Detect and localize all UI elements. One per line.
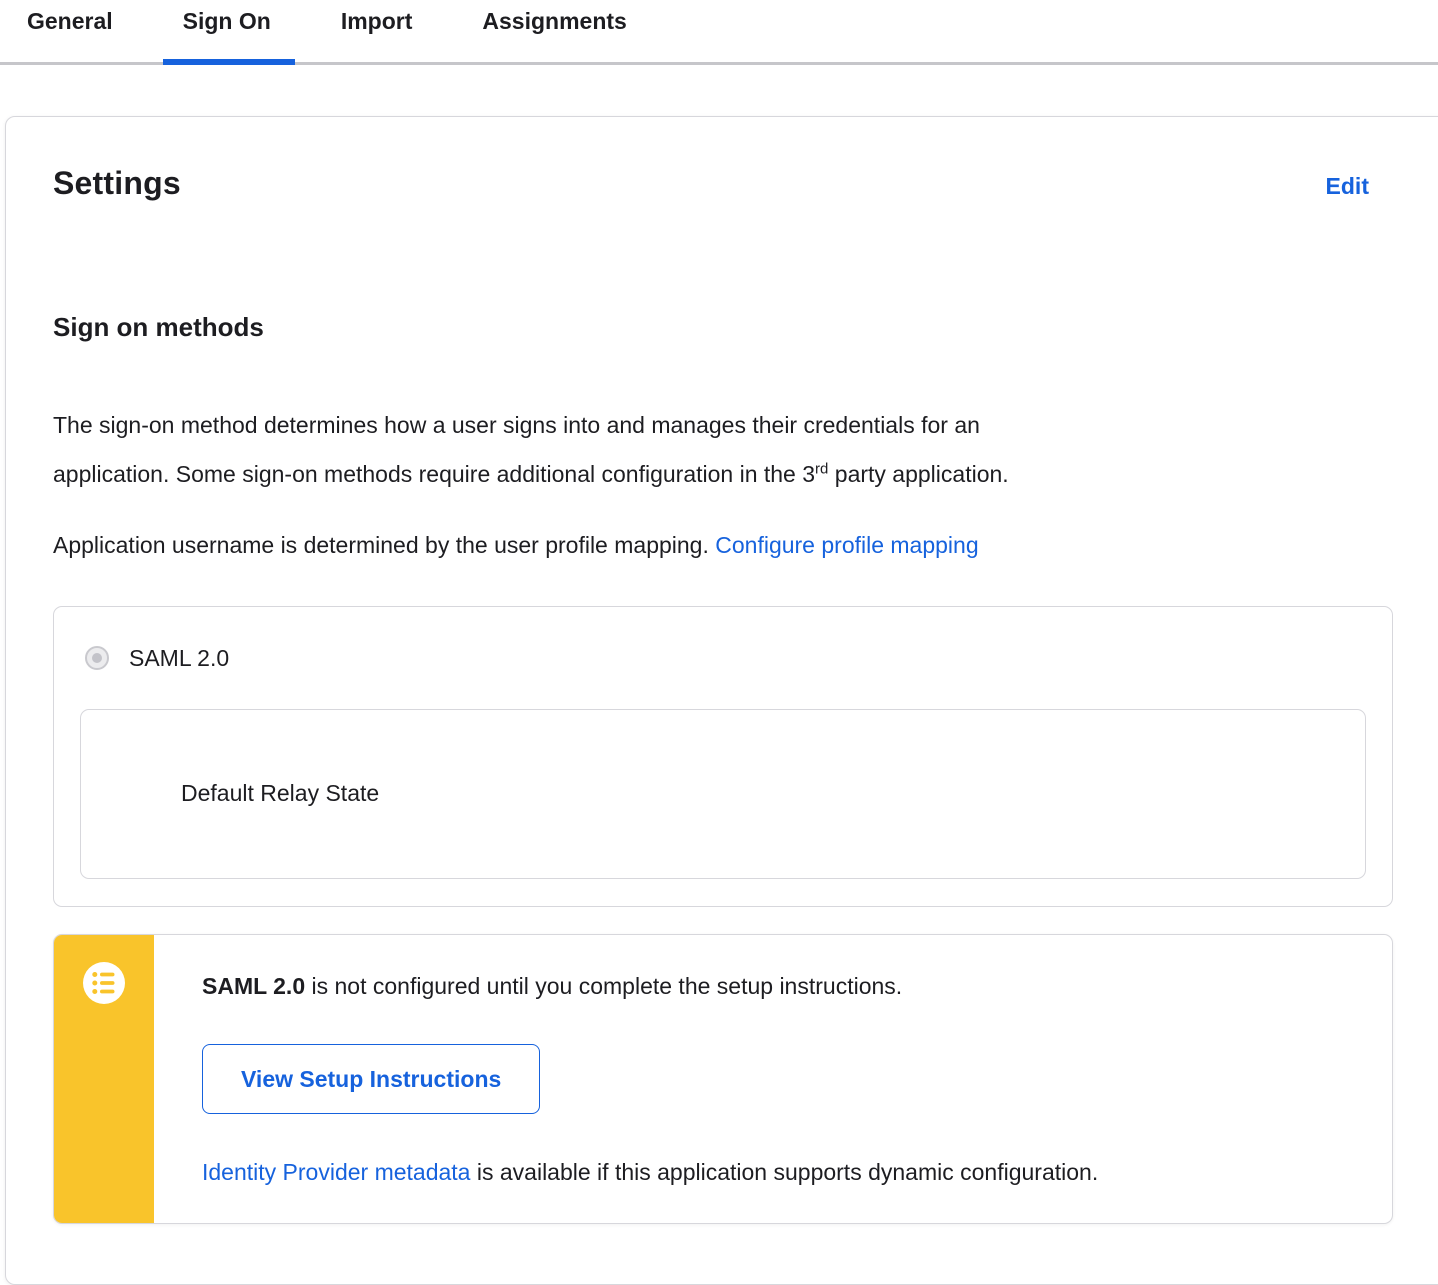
saml-radio-row: SAML 2.0 — [85, 645, 1366, 672]
tab-sign-on[interactable]: Sign On — [162, 8, 296, 65]
tab-general[interactable]: General — [27, 8, 113, 62]
callout-caution-bar — [54, 934, 154, 1223]
saml-method-box: SAML 2.0 Default Relay State — [53, 605, 1393, 907]
settings-card: Settings Edit Sign on methods The sign-o… — [5, 115, 1438, 1285]
description-line-2: application. Some sign-on methods requir… — [53, 459, 1009, 487]
callout-message: SAML 2.0 is not configured until you com… — [202, 972, 903, 999]
ordinal-superscript: rd — [815, 459, 829, 477]
saml-setup-callout: SAML 2.0 is not configured until you com… — [53, 933, 1393, 1224]
saml-radio-label: SAML 2.0 — [129, 644, 230, 671]
radio-dot — [92, 653, 102, 664]
view-setup-instructions-button[interactable]: View Setup Instructions — [202, 1043, 541, 1114]
username-mapping-note: Application username is determined by th… — [53, 531, 979, 558]
app-tabs: General Sign On Import Assignments — [0, 0, 1438, 65]
tab-import[interactable]: Import — [341, 8, 413, 62]
tab-assignments[interactable]: Assignments — [482, 8, 626, 62]
default-relay-state-label: Default Relay State — [181, 780, 380, 807]
sign-on-method-description: The sign-on method determines how a user… — [53, 401, 1393, 499]
saml-radio-button[interactable] — [85, 646, 109, 671]
identity-provider-metadata-link[interactable]: Identity Provider metadata — [202, 1159, 470, 1185]
callout-message-bold: SAML 2.0 — [202, 972, 306, 999]
metadata-note: Identity Provider metadata is available … — [202, 1158, 1099, 1185]
configure-profile-mapping-link[interactable]: Configure profile mapping — [715, 532, 978, 558]
page-title: Settings — [53, 164, 181, 201]
description-line-1: The sign-on method determines how a user… — [53, 411, 980, 438]
sign-on-methods-heading: Sign on methods — [53, 311, 264, 342]
default-relay-state-field: Default Relay State — [80, 708, 1366, 879]
list-icon — [83, 961, 125, 1004]
settings-header: Settings Edit — [53, 165, 1393, 202]
edit-button[interactable]: Edit — [1326, 173, 1369, 200]
callout-body: SAML 2.0 is not configured until you com… — [154, 935, 1392, 1223]
